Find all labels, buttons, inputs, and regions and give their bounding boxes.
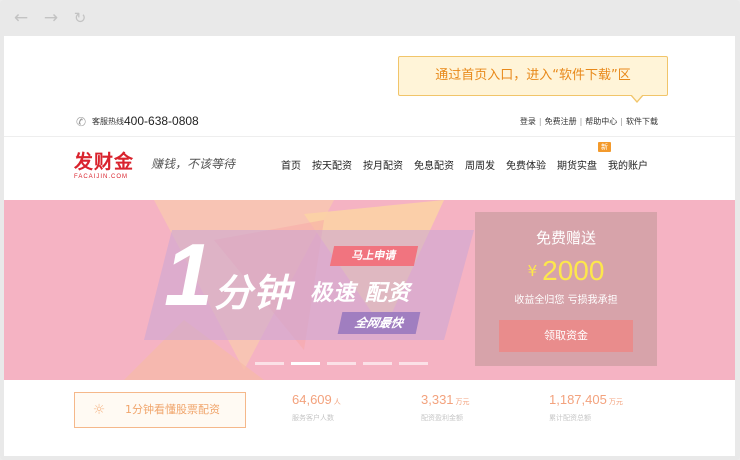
stat-caption: 服务客户人数 [292,414,334,422]
back-arrow-icon[interactable]: ← [12,9,30,27]
banner-headline-speed: 极速 配资 [310,281,411,306]
stat-value: 3,331 [421,392,454,407]
register-link[interactable]: 免费注册 [545,117,577,126]
stat-total: 1,187,405 万元 累计配资总额 [549,392,623,424]
carousel-indicators [255,362,435,366]
learn-margin-button[interactable]: ☼ 1分钟看懂股票配资 [74,392,246,428]
link-separator: | [579,117,583,126]
nav-item-free-trial[interactable]: 免费体验 [506,158,546,176]
carousel-dot[interactable] [363,362,392,365]
nav-item-futures[interactable]: 期货实盘 [557,158,597,176]
logo-text: 发财金 [74,151,135,173]
hotline-number: 400-638-0808 [124,114,199,128]
top-links: 登录 | 免费注册 | 帮助中心 | 软件下载 [520,116,658,128]
stat-unit: 万元 [608,398,623,406]
gift-amount-value: 2000 [542,255,605,286]
currency-symbol: ¥ [527,262,538,280]
carousel-dot[interactable] [399,362,428,365]
site-slogan: 赚钱，不该等待 [151,157,236,171]
stat-unit: 人 [333,398,341,406]
learn-margin-label: 1分钟看懂股票配资 [125,403,220,416]
help-link[interactable]: 帮助中心 [585,117,617,126]
stat-caption: 配资盈利金额 [421,414,463,422]
nav-item-interest-free[interactable]: 免息配资 [414,158,454,176]
instruction-callout: 通过首页入口，进入“软件下载”区 [398,56,668,96]
carousel-dot[interactable] [255,362,284,365]
hero-banner[interactable]: 1 分钟 极速 配资 马上申请 全网最快 免费赠送 ¥2000 收益全归您 亏损… [4,200,735,380]
new-badge: 新 [598,142,611,152]
gift-title: 免费赠送 [535,229,596,247]
hotline-label: 客服热线 [92,117,124,126]
browser-window: ← → ↻ 通过首页入口，进入“软件下载”区 ✆ 客服热线 400-638-08… [0,0,740,460]
carousel-dot[interactable] [291,362,320,365]
nav-item-monthly[interactable]: 按月配资 [363,158,403,176]
stat-profit: 3,331 万元 配资盈利金额 [421,392,470,424]
site-logo[interactable]: 发财金 FACAIJIN.COM [74,151,144,183]
browser-toolbar: ← → ↻ [0,0,740,36]
gift-subtitle: 收益全归您 亏损我承担 [514,295,618,306]
stat-value: 1,187,405 [549,392,607,407]
stat-unit: 万元 [455,398,470,406]
banner-headline-minute: 分钟 [214,271,293,315]
software-download-link[interactable]: 软件下载 [626,117,658,126]
nav-item-weekly[interactable]: 周周发 [465,158,495,176]
link-separator: | [538,117,542,126]
carousel-dot[interactable] [327,362,356,365]
main-nav: 首页 按天配资 按月配资 免息配资 周周发 免费体验 期货实盘 我的账户 [281,154,659,172]
banner-apply-tag: 马上申请 [329,246,419,266]
header-divider [4,136,735,137]
phone-icon: ✆ [76,115,87,129]
login-link[interactable]: 登录 [520,117,536,126]
stat-value: 64,609 [292,392,332,407]
nav-item-my-account[interactable]: 我的账户 [608,158,648,176]
stat-caption: 累计配资总额 [549,414,591,422]
lightbulb-icon: ☼ [92,402,106,418]
link-separator: | [620,117,623,126]
banner-headline-one: 1 [164,225,213,324]
nav-item-daily[interactable]: 按天配资 [312,158,352,176]
logo-domain: FACAIJIN.COM [74,174,129,180]
nav-item-home[interactable]: 首页 [281,158,301,176]
reload-icon[interactable]: ↻ [71,9,89,27]
gift-amount: ¥2000 [475,254,657,292]
callout-pointer [630,94,644,103]
claim-funds-button[interactable]: 领取资金 [499,320,633,352]
stat-customers: 64,609 人 服务客户人数 [292,392,341,424]
page-viewport: 通过首页入口，进入“软件下载”区 ✆ 客服热线 400-638-0808 登录 |… [4,36,735,456]
gift-panel: 免费赠送 ¥2000 收益全归您 亏损我承担 领取资金 [475,212,657,366]
banner-fastest-tag: 全网最快 [337,312,421,334]
forward-arrow-icon[interactable]: → [42,9,60,27]
